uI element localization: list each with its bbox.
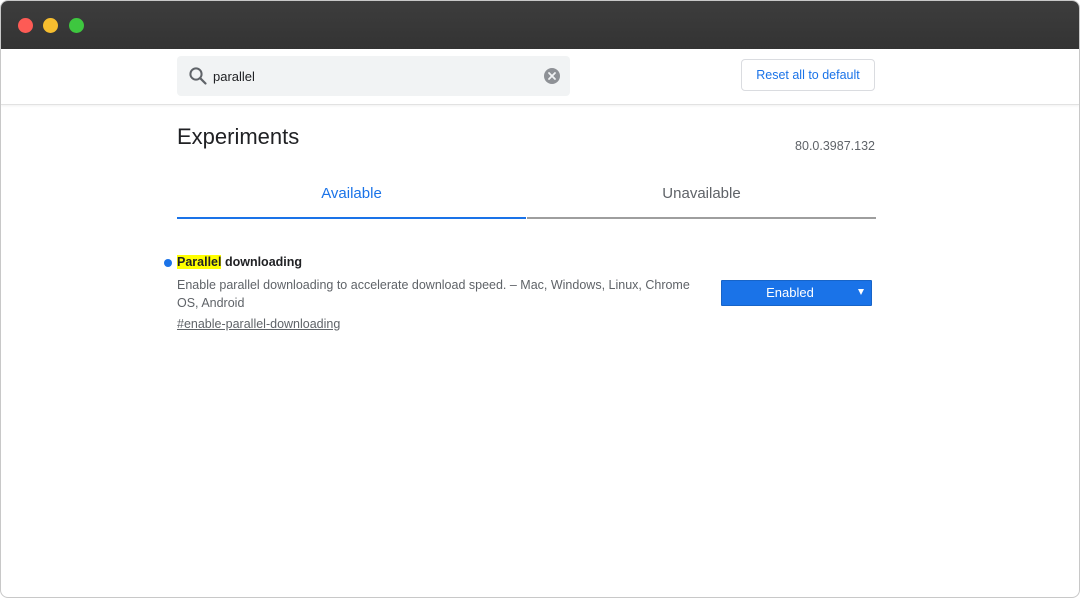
select-value: Enabled (766, 285, 814, 300)
experiment-description: Enable parallel downloading to accelerat… (177, 278, 690, 310)
tab-bar: Available Unavailable (177, 171, 876, 219)
experiment-title: Parallel downloading (177, 255, 302, 269)
clear-search-icon[interactable] (543, 67, 561, 85)
experiment-state-select[interactable]: Enabled (721, 280, 872, 306)
tab-available[interactable]: Available (177, 171, 526, 219)
tab-unavailable[interactable]: Unavailable (527, 171, 876, 219)
flags-header: Reset all to default (1, 49, 1079, 105)
maximize-window-button[interactable] (69, 18, 84, 33)
dropdown-arrow-icon (858, 289, 864, 295)
window-titlebar (1, 1, 1079, 49)
search-icon (189, 67, 207, 85)
version-label: 80.0.3987.132 (795, 139, 875, 153)
minimize-window-button[interactable] (43, 18, 58, 33)
search-box[interactable] (177, 56, 570, 96)
reset-all-button[interactable]: Reset all to default (741, 59, 875, 91)
search-match-highlight: Parallel (177, 255, 222, 269)
page-title: Experiments (177, 124, 300, 149)
experiment-title-rest: downloading (221, 255, 303, 269)
modified-indicator-icon (164, 259, 172, 267)
experiment-permalink[interactable]: #enable-parallel-downloading (177, 317, 340, 331)
close-window-button[interactable] (18, 18, 33, 33)
search-input[interactable] (213, 66, 533, 86)
browser-window: Reset all to default Experiments 80.0.39… (0, 0, 1080, 598)
